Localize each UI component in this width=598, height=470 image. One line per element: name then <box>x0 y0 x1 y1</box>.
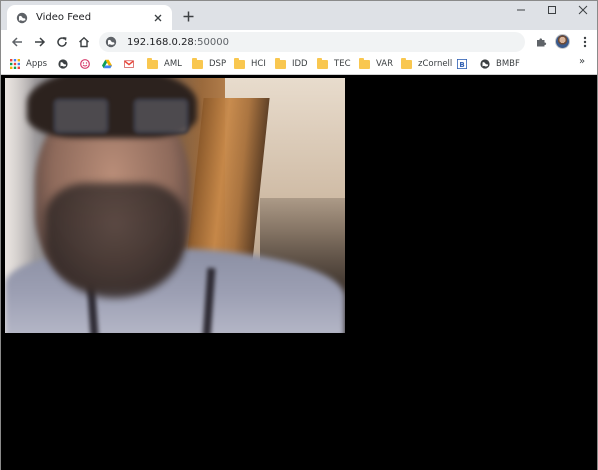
globe-icon <box>16 12 28 23</box>
bookmark-label: zCornell <box>418 59 453 69</box>
bookmarks-overflow-button[interactable]: » <box>579 56 585 67</box>
bookmark-label: AML <box>164 59 182 69</box>
url-port: :50000 <box>193 36 229 48</box>
browser-window: Video Feed 192.168.0.28:50000 Apps AML … <box>0 0 598 470</box>
reload-icon <box>57 37 67 47</box>
video-person-beard <box>45 183 185 298</box>
plus-icon <box>183 11 193 21</box>
folder-icon <box>192 57 203 69</box>
arrow-right-icon <box>35 37 46 47</box>
smiley-icon <box>80 59 90 69</box>
forward-button[interactable] <box>30 32 50 52</box>
bookmark-label: Apps <box>26 59 48 69</box>
globe-icon <box>480 59 490 69</box>
folder-icon <box>147 57 158 69</box>
browser-toolbar: 192.168.0.28:50000 <box>1 30 597 53</box>
tab-strip: Video Feed <box>1 1 597 30</box>
glasses-lens <box>133 98 189 134</box>
bookmark-apps[interactable]: Apps <box>10 56 47 72</box>
folder-icon <box>359 57 370 69</box>
arrow-left-icon <box>11 37 22 47</box>
browser-menu-button[interactable] <box>575 32 595 52</box>
close-icon[interactable] <box>150 10 166 26</box>
bookmark-label: VAR <box>376 59 393 69</box>
bookmark-globe[interactable] <box>58 56 74 72</box>
bookmark-gmail[interactable] <box>124 56 140 72</box>
bookmark-folder-zcornell[interactable]: zCornell <box>401 56 452 72</box>
home-icon <box>79 36 89 48</box>
bookmark-label: TEC <box>334 59 351 69</box>
puzzle-icon <box>537 38 547 47</box>
apps-grid-icon <box>10 59 20 69</box>
tab-title: Video Feed <box>36 12 92 23</box>
profile-avatar[interactable] <box>555 34 570 49</box>
bookmark-folder-hci[interactable]: HCI <box>234 56 266 72</box>
bookmark-b-icon: B <box>457 59 467 69</box>
tab-video-feed[interactable]: Video Feed <box>7 5 172 30</box>
globe-icon <box>58 59 68 69</box>
folder-icon <box>275 57 286 69</box>
maximize-icon <box>548 6 556 14</box>
drive-icon <box>102 59 112 69</box>
address-bar[interactable]: 192.168.0.28:50000 <box>99 32 525 52</box>
bookmark-label: IDD <box>292 59 308 69</box>
extensions-button[interactable] <box>531 32 551 52</box>
minimize-button[interactable] <box>506 2 536 18</box>
new-tab-button[interactable] <box>179 7 197 25</box>
bookmark-smiley[interactable] <box>80 56 96 72</box>
bookmark-folder-aml[interactable]: AML <box>147 56 182 72</box>
window-close-button[interactable] <box>568 2 598 18</box>
bookmark-label: DSP <box>209 59 227 69</box>
minimize-icon <box>517 9 525 11</box>
folder-icon <box>317 57 328 69</box>
home-button[interactable] <box>74 32 94 52</box>
bookmark-label: BMBF <box>496 59 520 69</box>
kebab-menu-icon <box>583 36 587 48</box>
bookmark-folder-dsp[interactable]: DSP <box>192 56 226 72</box>
maximize-button[interactable] <box>537 2 567 18</box>
bookmark-folder-idd[interactable]: IDD <box>275 56 308 72</box>
reload-button[interactable] <box>52 32 72 52</box>
close-icon <box>578 5 588 15</box>
bookmark-b[interactable]: B <box>457 56 473 72</box>
gmail-icon <box>124 60 134 68</box>
bookmark-folder-tec[interactable]: TEC <box>317 56 351 72</box>
page-content <box>1 76 597 470</box>
video-person-glasses <box>53 98 193 136</box>
video-feed <box>5 78 345 333</box>
bookmark-label: HCI <box>251 59 266 69</box>
globe-icon <box>105 36 117 48</box>
back-button[interactable] <box>7 32 27 52</box>
folder-icon <box>401 57 412 69</box>
bookmark-folder-var[interactable]: VAR <box>359 56 393 72</box>
bookmark-drive[interactable] <box>102 56 118 72</box>
bookmarks-bar: Apps AML DSP HCI IDD TEC VAR zCornell B … <box>1 53 597 75</box>
glasses-lens <box>53 98 109 134</box>
svg-text:B: B <box>459 61 464 69</box>
folder-icon <box>234 57 245 69</box>
url-host: 192.168.0.28 <box>127 36 194 48</box>
bookmark-bmbf[interactable]: BMBF <box>480 56 520 72</box>
